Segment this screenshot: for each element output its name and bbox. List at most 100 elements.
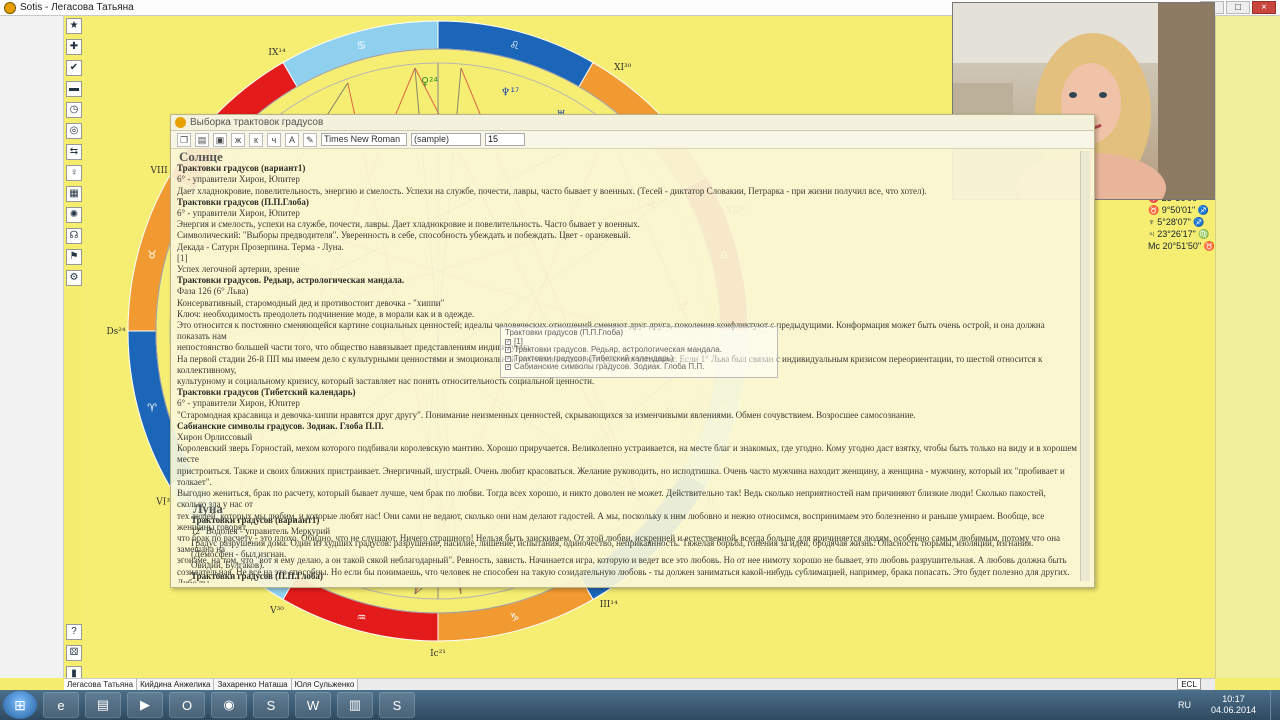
document-tab[interactable]: Кийдина Анжелика <box>137 679 215 690</box>
dialog-titlebar: Выборка трактовок градусов <box>171 115 1094 131</box>
left-toolbar: ★ ✚ ✔ ▬ ◷ ◎ ⇆ ♀ ▦ ✺ ☊ ⚑ ⚙ <box>66 18 82 286</box>
interpretation-line: Дает хладнокровие, повелительность, энер… <box>177 185 927 196</box>
wheel-icon[interactable]: ⚙ <box>66 270 82 286</box>
document-tab[interactable]: Легасова Татьяна <box>64 679 138 690</box>
interpretation-line: Энергия и смелость, успехи на службе, по… <box>177 219 640 230</box>
zodiac-segment <box>282 20 439 88</box>
dialog-toolbar: ❐ ▤ ▣ ж к ч A ✎ Times New Roman (sample)… <box>171 131 1094 149</box>
ecl-button[interactable]: ECL <box>1177 678 1201 690</box>
media-icon[interactable]: ▶ <box>127 692 163 718</box>
font-sample-select[interactable]: (sample) <box>411 133 481 146</box>
interpretation-heading: Сабианские символы градусов. Зодиак. Гло… <box>177 420 384 431</box>
clock-date: 04.06.2014 <box>1210 705 1256 715</box>
house-label: Ds²⁴ <box>106 327 125 337</box>
house-label: V³⁰ <box>269 606 284 616</box>
color-icon[interactable]: A <box>285 132 299 147</box>
interpretation-line: [1] <box>177 252 188 263</box>
popup-item[interactable]: ✓ Сабианские символы градусов. Зодиак. Гл… <box>505 362 773 372</box>
interpretation-line: Ключ: необходимость преодолеть подчинени… <box>177 308 475 319</box>
interpretation-line: Овидий, Булгаков). <box>191 560 265 571</box>
interpretation-line: Символический: "Выборы предводителя". Ув… <box>177 230 631 241</box>
close-button[interactable]: × <box>1252 1 1276 14</box>
interpretation-line: Декада - Сатурн Прозерпина. Терма - Луна… <box>177 241 344 252</box>
sun-icon[interactable]: ✺ <box>66 207 82 223</box>
save-icon[interactable]: ▣ <box>213 132 227 147</box>
checkbox-icon[interactable]: ✓ <box>505 347 511 354</box>
zodiac-segment <box>437 20 594 88</box>
zodiac-sign-glyph: ♈ <box>147 402 157 415</box>
highlight-icon[interactable]: ✎ <box>303 132 317 147</box>
document-tabs: Легасова Татьяна Кийдина Анжелика Захаренк… <box>64 678 1215 690</box>
section-moon-title: Луна <box>193 501 223 516</box>
house-label: XI³⁰ <box>614 63 632 73</box>
left-toolbar-bottom: ? ⚄ ▮ <box>66 624 82 682</box>
document-tab[interactable]: Юля Сульженко <box>291 679 359 690</box>
underline-icon[interactable]: ч <box>267 132 281 147</box>
globe-icon[interactable]: ◎ <box>66 123 82 139</box>
interpretation-line: 6° - управители Хирон, Юпитер <box>177 398 300 409</box>
right-panel <box>1215 16 1280 678</box>
copy-icon[interactable]: ❐ <box>177 132 191 147</box>
interpretation-line: пристроиться. Также и своих ближних прис… <box>177 465 1065 487</box>
open-icon[interactable]: ▤ <box>195 132 209 147</box>
interpretation-line: Фаза 126 (6° Льва) <box>177 286 249 297</box>
checkbox-icon[interactable]: ✓ <box>505 364 511 371</box>
bold-icon[interactable]: ж <box>231 132 245 147</box>
star-icon[interactable]: ★ <box>66 18 82 34</box>
books-icon[interactable]: ▥ <box>337 692 373 718</box>
check-icon[interactable]: ✔ <box>66 60 82 76</box>
sotis-icon[interactable]: S <box>379 692 415 718</box>
start-button[interactable]: ⊞ <box>3 691 37 719</box>
planet-position: Mc 20°51'50" ♉ <box>1148 241 1215 251</box>
chrome-icon[interactable]: ◉ <box>211 692 247 718</box>
opera-icon[interactable]: O <box>169 692 205 718</box>
interpretation-heading: Трактовки градусов (П.П.Глоба) <box>177 196 309 207</box>
interpretation-line: "Старомодная красавица и девочка-хиппи н… <box>177 409 916 420</box>
interpretation-line: Королевский зверь Горностай, мехом котор… <box>177 443 1077 465</box>
italic-icon[interactable]: к <box>249 132 263 147</box>
tree-icon[interactable]: ⚑ <box>66 249 82 265</box>
show-desktop-button[interactable] <box>1270 690 1280 720</box>
people-icon[interactable]: ♀ <box>66 165 82 181</box>
font-name-select[interactable]: Times New Roman <box>321 133 407 146</box>
system-tray: RU 10:17 04.06.2014 <box>1178 690 1280 720</box>
checkbox-icon[interactable]: ✓ <box>505 338 511 345</box>
interpretation-line: 6° - управители Хирон, Юпитер <box>177 174 300 185</box>
moon-interpretations: Трактовки градусов (вариант1) 12° Водолея… <box>191 515 1071 583</box>
zodiac-sign-glyph: ♉ <box>147 248 157 261</box>
maximize-button[interactable]: □ <box>1226 1 1250 14</box>
font-size-select[interactable]: 15 <box>485 133 525 146</box>
skype-icon[interactable]: S <box>253 692 289 718</box>
dialog-scrollbar[interactable] <box>1080 151 1090 581</box>
taskbar-apps: e ▤ ▶ O ◉ S W ▥ S <box>37 692 415 718</box>
arrows-icon[interactable]: ⇆ <box>66 144 82 160</box>
sotis-small-icon <box>175 117 186 128</box>
grid-icon[interactable]: ▦ <box>66 186 82 202</box>
interpretation-heading: Трактовки градусов (Тибетский календарь) <box>177 387 356 398</box>
document-tab[interactable]: Захаренко Наташа <box>214 679 292 690</box>
sources-popup: Трактовки градусов (П.П.Глоба) ✓ [1] ✓ Трак… <box>500 326 778 378</box>
interpretation-line: 12° Водолея - управитель Меркурий <box>191 526 331 537</box>
dice-icon[interactable]: ⚄ <box>66 645 82 661</box>
language-indicator[interactable]: RU <box>1178 700 1191 710</box>
plus-icon[interactable]: ✚ <box>66 39 82 55</box>
interpretation-line: Хирон Орлиссовый <box>177 432 253 443</box>
help-icon[interactable]: ? <box>66 624 82 640</box>
checkbox-icon[interactable]: ✓ <box>505 355 511 362</box>
minus-icon[interactable]: ▬ <box>66 81 82 97</box>
house-label: IX¹⁴ <box>268 48 286 58</box>
interpretation-line: 12° Водолея - управитель Меркурий <box>191 582 1071 583</box>
ie-icon[interactable]: e <box>43 692 79 718</box>
left-panel <box>0 16 64 678</box>
planet-position: ♉ 9°50'01" ♐ <box>1148 205 1209 215</box>
interpretation-heading: Трактовки градусов (вариант1) <box>191 515 320 526</box>
node-icon[interactable]: ☊ <box>66 228 82 244</box>
word-icon[interactable]: W <box>295 692 331 718</box>
house-label: Ic²¹ <box>430 649 446 659</box>
interpretation-line: Консервативный, старомодный дед и против… <box>177 297 445 308</box>
folder-icon[interactable]: ▤ <box>85 692 121 718</box>
clock[interactable]: 10:17 04.06.2014 <box>1211 694 1256 716</box>
interpretation-heading: Трактовки градусов. Редьяр, астрологичес… <box>177 275 405 286</box>
clock-icon[interactable]: ◷ <box>66 102 82 118</box>
section-sun-title: Солнце <box>179 151 223 164</box>
